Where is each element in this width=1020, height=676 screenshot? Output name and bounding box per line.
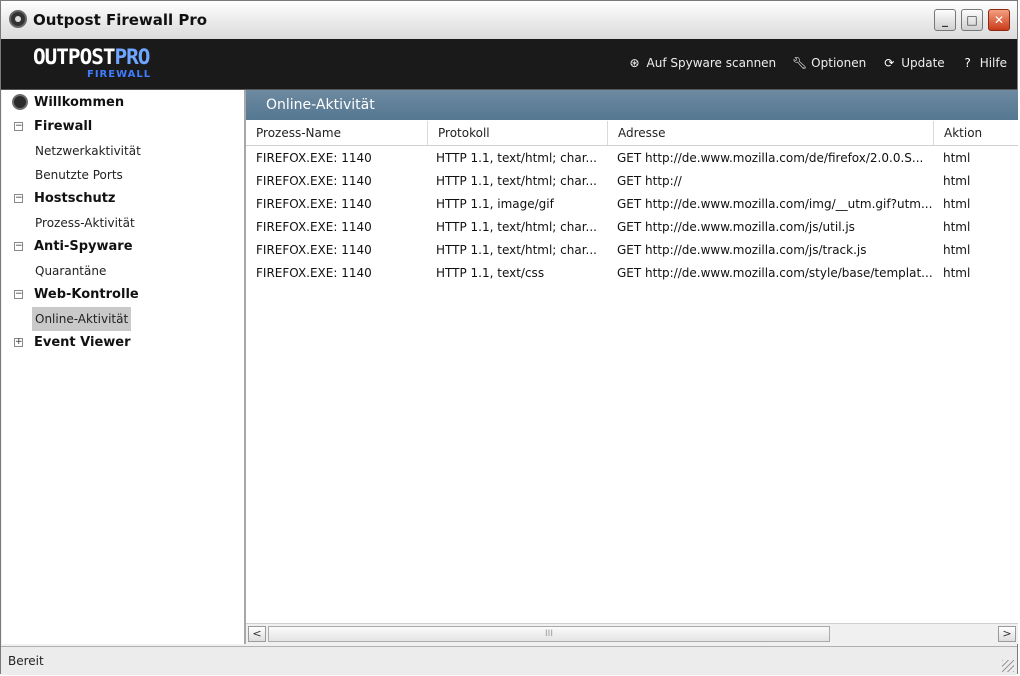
app-window: Outpost Firewall Pro _ □ ✕ OUTPOSTPRO FI… [0,0,1018,675]
cell-protocol: HTTP 1.1, text/css [436,266,545,280]
cell-action: html [943,197,971,211]
cell-protocol: HTTP 1.1, text/html; char... [436,243,597,257]
cell-action: html [943,220,971,234]
wrench-icon: 🔧︎ [792,56,808,70]
help-label: Hilfe [979,56,1007,70]
tree-label: Web-Kontrolle [34,287,139,302]
logo-subtitle: FIREWALL [87,69,152,80]
scan-spyware-button[interactable]: ⊛ Auf Spyware scannen [628,56,777,70]
update-button[interactable]: ⟳ Update [882,56,945,70]
scan-spyware-label: Auf Spyware scannen [646,56,777,70]
activity-table: FIREFOX.EXE: 1140 HTTP 1.1, text/html; c… [246,147,1018,285]
column-header-aktion[interactable]: Aktion [934,121,1018,145]
cell-process: FIREFOX.EXE: 1140 [256,220,372,234]
tree-item-online-aktivitaet[interactable]: Online-Aktivität [2,307,244,331]
scroll-left-arrow-icon[interactable]: < [248,626,266,642]
options-label: Optionen [811,56,867,70]
horizontal-scrollbar[interactable]: < III > [246,623,1018,644]
table-row[interactable]: FIREFOX.EXE: 1140 HTTP 1.1, text/css GET… [246,262,1018,285]
tree-item-prozess-aktivitaet[interactable]: Prozess-Aktivität [2,211,244,235]
collapse-icon[interactable]: − [14,242,23,251]
welcome-icon [12,94,28,110]
tree-item-willkommen[interactable]: Willkommen [2,91,244,115]
cell-address: GET http:// [617,174,682,188]
brand-toolbar: OUTPOSTPRO FIREWALL ⊛ Auf Spyware scannen… [1,39,1017,90]
tree-label: Anti-Spyware [34,239,133,254]
tree-label: Willkommen [34,95,125,110]
close-button[interactable]: ✕ [988,9,1010,31]
navigation-tree: Willkommen − Firewall Netzwerkaktivität … [2,90,246,644]
tree-label: Online-Aktivität [32,307,132,331]
cell-address: GET http://de.www.mozilla.com/style/base… [617,266,933,280]
tree-item-event-viewer[interactable]: + Event Viewer [2,331,244,355]
minimize-button[interactable]: _ [934,9,956,31]
cell-action: html [943,174,971,188]
tree-label: Netzwerkaktivität [35,144,141,158]
logo-text-pro: PRO [114,45,151,69]
panel-title: Online-Aktivität [246,90,1018,120]
column-header-row: Prozess-Name Protokoll Adresse Aktion [246,121,1018,146]
resize-grip-icon[interactable] [1002,660,1014,672]
cell-protocol: HTTP 1.1, text/html; char... [436,220,597,234]
tree-label: Event Viewer [34,335,131,350]
cell-process: FIREFOX.EXE: 1140 [256,151,372,165]
column-header-adresse[interactable]: Adresse [608,121,934,145]
tree-label: Prozess-Aktivität [35,216,135,230]
tree-item-benutzte-ports[interactable]: Benutzte Ports [2,163,244,187]
table-row[interactable]: FIREFOX.EXE: 1140 HTTP 1.1, text/html; c… [246,147,1018,170]
cell-action: html [943,151,971,165]
expand-icon[interactable]: + [14,338,23,347]
options-button[interactable]: 🔧︎ Optionen [792,56,866,70]
column-header-prozess-name[interactable]: Prozess-Name [246,121,428,145]
collapse-icon[interactable]: − [14,122,23,131]
tree-label: Firewall [34,119,93,134]
tree-label: Quarantäne [35,264,107,278]
scroll-right-arrow-icon[interactable]: > [998,626,1016,642]
cell-address: GET http://de.www.mozilla.com/js/track.j… [617,243,867,257]
table-row[interactable]: FIREFOX.EXE: 1140 HTTP 1.1, text/html; c… [246,170,1018,193]
cell-action: html [943,243,971,257]
cell-process: FIREFOX.EXE: 1140 [256,174,372,188]
cell-protocol: HTTP 1.1, text/html; char... [436,151,597,165]
logo-text-outpost: OUTPOST [33,45,116,69]
tree-item-web-kontrolle[interactable]: − Web-Kontrolle [2,283,244,307]
cell-process: FIREFOX.EXE: 1140 [256,266,372,280]
status-text: Bereit [8,654,44,668]
cell-process: FIREFOX.EXE: 1140 [256,243,372,257]
cell-address: GET http://de.www.mozilla.com/img/__utm.… [617,197,933,211]
title-bar: Outpost Firewall Pro _ □ ✕ [1,1,1017,40]
tree-item-quarantaene[interactable]: Quarantäne [2,259,244,283]
outpost-app-icon [9,10,27,28]
table-row[interactable]: FIREFOX.EXE: 1140 HTTP 1.1, text/html; c… [246,239,1018,262]
tree-label: Benutzte Ports [35,168,123,182]
table-row[interactable]: FIREFOX.EXE: 1140 HTTP 1.1, image/gif GE… [246,193,1018,216]
column-header-protokoll[interactable]: Protokoll [428,121,608,145]
top-menu: ⊛ Auf Spyware scannen 🔧︎ Optionen ⟳ Update … [628,56,1008,70]
refresh-icon: ⟳ [884,56,895,70]
help-icon: ? [964,56,971,70]
tree-item-netzwerkaktivitaet[interactable]: Netzwerkaktivität [2,139,244,163]
cell-process: FIREFOX.EXE: 1140 [256,197,372,211]
content-panel: Online-Aktivität Prozess-Name Protokoll … [246,90,1018,644]
cell-address: GET http://de.www.mozilla.com/de/firefox… [617,151,924,165]
cell-protocol: HTTP 1.1, text/html; char... [436,174,597,188]
table-row[interactable]: FIREFOX.EXE: 1140 HTTP 1.1, text/html; c… [246,216,1018,239]
tree-label: Hostschutz [34,191,116,206]
cell-address: GET http://de.www.mozilla.com/js/util.js [617,220,855,234]
cell-protocol: HTTP 1.1, image/gif [436,197,554,211]
window-title: Outpost Firewall Pro [33,11,208,29]
scrollbar-thumb[interactable]: III [268,626,830,642]
tree-item-firewall[interactable]: − Firewall [2,115,244,139]
maximize-button[interactable]: □ [961,9,983,31]
update-label: Update [901,56,945,70]
tree-item-anti-spyware[interactable]: − Anti-Spyware [2,235,244,259]
tree-item-hostschutz[interactable]: − Hostschutz [2,187,244,211]
scan-icon: ⊛ [629,56,640,70]
help-button[interactable]: ? Hilfe [961,56,1008,70]
collapse-icon[interactable]: − [14,194,23,203]
cell-action: html [943,266,971,280]
collapse-icon[interactable]: − [14,290,23,299]
outpost-pro-logo: OUTPOSTPRO [33,45,151,69]
status-bar: Bereit [1,646,1017,675]
